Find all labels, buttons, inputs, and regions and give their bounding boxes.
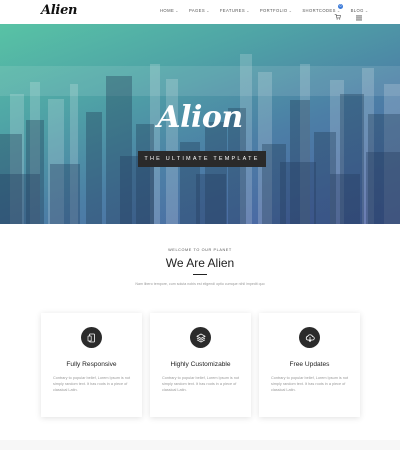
feature-text: Contrary to popular belief, Lorem Ipsum …	[271, 376, 349, 392]
chevron-down-icon: ⌄	[175, 8, 179, 13]
nav-label: FEATURES	[219, 8, 246, 13]
chevron-down-icon: ⌄	[364, 8, 369, 13]
site-logo[interactable]: Alien	[41, 3, 77, 18]
feature-title: Free Updates	[289, 361, 330, 368]
feature-title: Fully Responsive	[66, 361, 117, 368]
mobile-icon	[81, 327, 102, 348]
nav-label: PORTFOLIO	[259, 8, 288, 13]
feature-text: Contrary to popular belief, Lorem Ipsum …	[162, 376, 240, 392]
cart-icon-glyph	[334, 14, 341, 20]
nav-item-home[interactable]: HOME⌄	[160, 8, 179, 13]
nav-label: HOME	[160, 8, 175, 13]
hero-title: Alion	[157, 100, 243, 135]
chevron-down-icon: ⌄	[206, 8, 210, 13]
nav-label: PAGES	[188, 8, 206, 13]
layers-icon	[190, 327, 211, 348]
chevron-down-icon: ⌄	[246, 8, 250, 13]
cart-icon[interactable]: 0	[334, 4, 343, 20]
nav-item-features[interactable]: FEATURES⌄	[220, 8, 250, 13]
feature-card-responsive: Fully Responsive Contrary to popular bel…	[41, 313, 142, 417]
nav-item-portfolio[interactable]: PORTFOLIO⌄	[260, 8, 293, 13]
site-header: Alien HOME⌄ PAGES⌄ FEATURES⌄ PORTFOLIO⌄ …	[0, 0, 400, 24]
welcome-kicker: WELCOME TO OUR PLANET	[168, 248, 232, 252]
feature-card-customizable: Highly Customizable Contrary to popular …	[150, 313, 251, 417]
nav-item-pages[interactable]: PAGES⌄	[189, 8, 210, 13]
feature-text: Contrary to popular belief, Lorem Ipsum …	[53, 376, 131, 392]
feature-title: Highly Customizable	[170, 361, 231, 368]
chevron-down-icon: ⌄	[288, 8, 293, 13]
main-nav: HOME⌄ PAGES⌄ FEATURES⌄ PORTFOLIO⌄ SHORTC…	[160, 8, 379, 13]
feature-card-updates: Free Updates Contrary to popular belief,…	[259, 313, 360, 417]
section-footer-band	[0, 440, 400, 450]
hero-tagline: THE ULTIMATE TEMPLATE	[138, 151, 266, 167]
hero-banner: Alion THE ULTIMATE TEMPLATE	[0, 24, 400, 224]
cart-count-badge: 0	[338, 4, 343, 9]
cloud-download-icon	[299, 327, 320, 348]
nav-label: SHORTCODES	[302, 8, 336, 13]
welcome-heading: We Are Alien	[165, 256, 235, 270]
welcome-description: Nam libero tempore, cum soluta nobis est…	[135, 282, 265, 286]
hamburger-icon[interactable]	[356, 8, 362, 21]
heading-divider	[193, 274, 207, 275]
